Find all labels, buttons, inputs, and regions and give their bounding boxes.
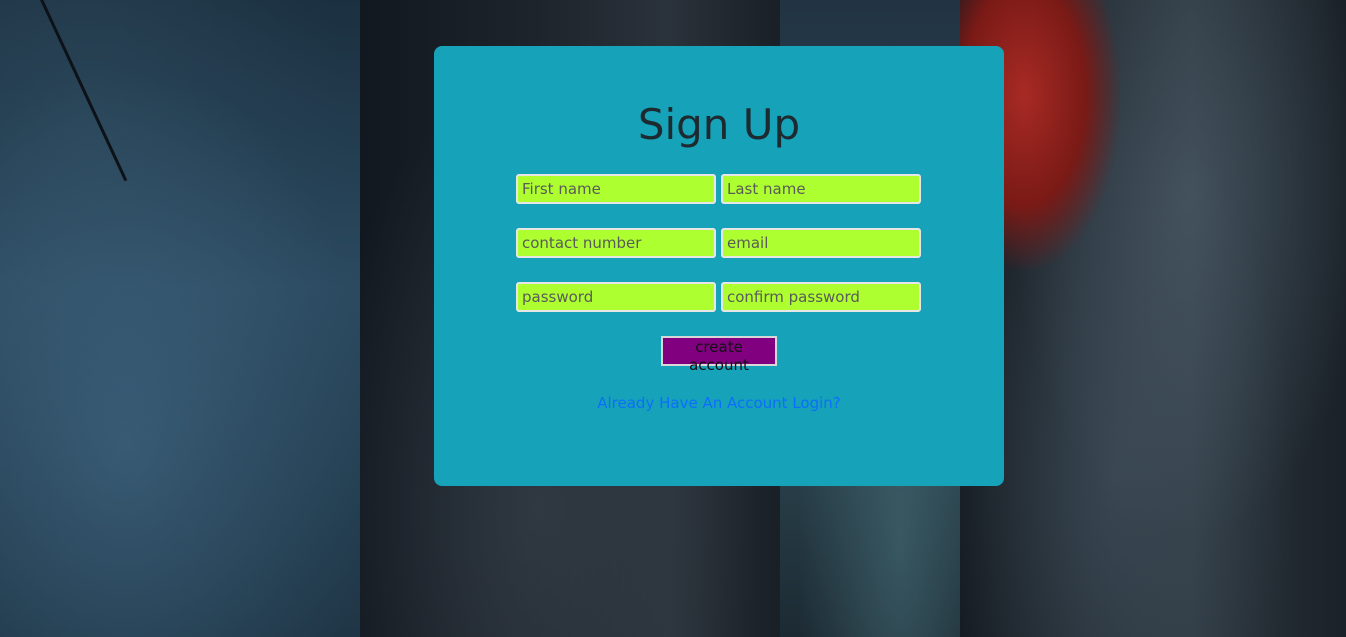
contact-number-input[interactable] xyxy=(516,228,716,258)
page-title: Sign Up xyxy=(637,100,801,149)
create-account-button[interactable]: create account xyxy=(661,336,777,374)
signup-card: Sign Up create account Already Have An A… xyxy=(434,46,1004,486)
confirm-password-input[interactable] xyxy=(721,282,921,312)
first-name-input[interactable] xyxy=(516,174,716,204)
password-input[interactable] xyxy=(516,282,716,312)
background-forest-left xyxy=(0,0,420,637)
last-name-input[interactable] xyxy=(721,174,921,204)
email-input[interactable] xyxy=(721,228,921,258)
login-link[interactable]: Already Have An Account Login? xyxy=(434,394,1004,412)
